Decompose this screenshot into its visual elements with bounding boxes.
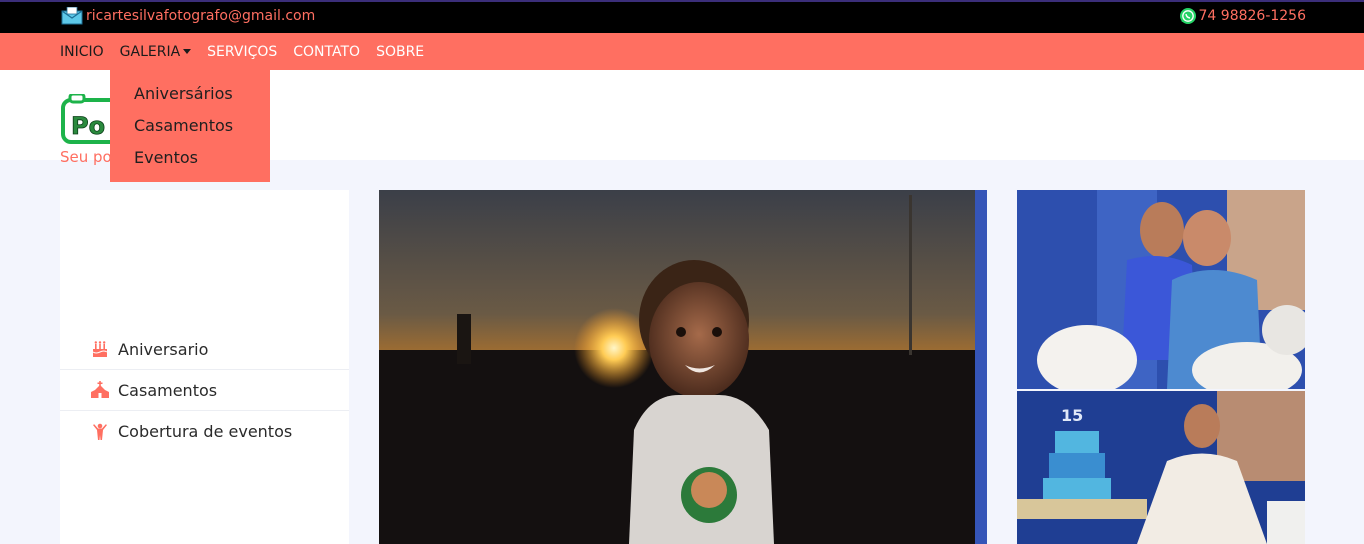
phone-text[interactable]: 74 98826-1256 <box>1199 8 1306 24</box>
sidebar-item-casamentos[interactable]: Casamentos <box>60 370 349 411</box>
sidebar-item-label: Cobertura de eventos <box>118 422 293 441</box>
dropdown-item-casamentos[interactable]: Casamentos <box>110 116 270 148</box>
email-text[interactable]: ricartesilvafotografo@gmail.com <box>86 8 315 24</box>
caret-down-icon <box>183 49 192 54</box>
gallery-photo-debutante-with-mother[interactable] <box>1017 190 1305 389</box>
dropdown-item-eventos[interactable]: Eventos <box>110 148 270 180</box>
svg-text:Po: Po <box>71 112 105 140</box>
church-icon <box>91 381 109 399</box>
person-celebrating-icon <box>91 423 109 441</box>
dropdown-item-aniversarios[interactable]: Aniversários <box>110 84 270 116</box>
nav-inicio[interactable]: INICIO <box>60 44 104 60</box>
nav-servicos[interactable]: SERVIÇOS <box>207 44 277 60</box>
sidebar-item-cobertura-eventos[interactable]: Cobertura de eventos <box>60 411 349 452</box>
nav-sobre[interactable]: SOBRE <box>376 44 424 60</box>
nav-contato[interactable]: CONTATO <box>293 44 360 60</box>
envelope-icon <box>61 6 83 25</box>
sidebar-item-label: Casamentos <box>118 380 218 400</box>
cake-icon <box>91 340 109 358</box>
email-contact[interactable]: ricartesilvafotografo@gmail.com <box>61 6 315 25</box>
nav-galeria-label: GALERIA <box>119 43 181 60</box>
top-contact-bar: ricartesilvafotografo@gmail.com 74 98826… <box>0 0 1364 33</box>
sidebar-item-aniversario[interactable]: Aniversario <box>60 329 349 370</box>
main-navbar: INICIO GALERIA SERVIÇOS CONTATO SOBRE <box>0 33 1364 70</box>
galeria-dropdown-menu: Aniversários Casamentos Eventos <box>110 70 270 182</box>
site-tagline: Seu po <box>60 148 112 166</box>
svg-text:15: 15 <box>1061 406 1083 425</box>
whatsapp-icon <box>1179 7 1197 25</box>
whatsapp-contact[interactable]: 74 98826-1256 <box>1179 7 1306 25</box>
sidebar-item-label: Aniversario <box>118 339 209 359</box>
category-sidebar: Aniversario Casamentos Cobertura de even… <box>60 190 349 544</box>
nav-galeria[interactable]: GALERIA <box>120 44 192 60</box>
featured-photo-child-sunset[interactable] <box>379 190 987 544</box>
gallery-photo-15th-birthday-cake[interactable]: 15 <box>1017 391 1305 544</box>
